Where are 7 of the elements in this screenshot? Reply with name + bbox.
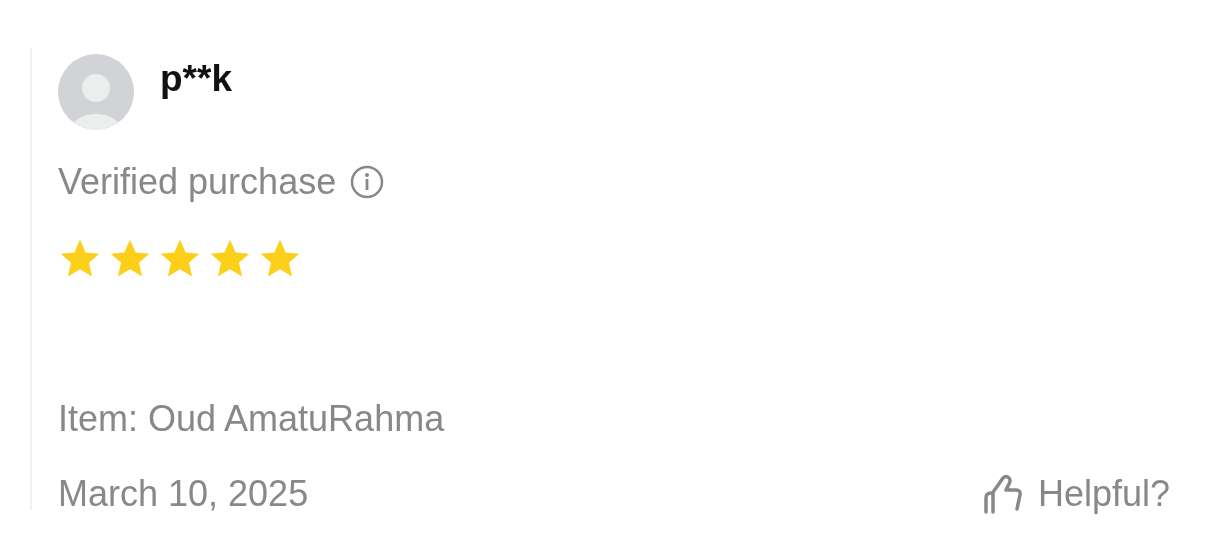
info-icon[interactable]: [350, 164, 385, 199]
item-name: Item: Oud AmatuRahma: [58, 397, 446, 441]
avatar-icon: [58, 54, 134, 130]
verified-label: Verified purchase: [58, 160, 337, 204]
reviewer-name: p**k: [160, 60, 232, 97]
helpful-button[interactable]: Helpful?: [981, 472, 1170, 516]
review-date: March 10, 2025: [58, 472, 309, 516]
